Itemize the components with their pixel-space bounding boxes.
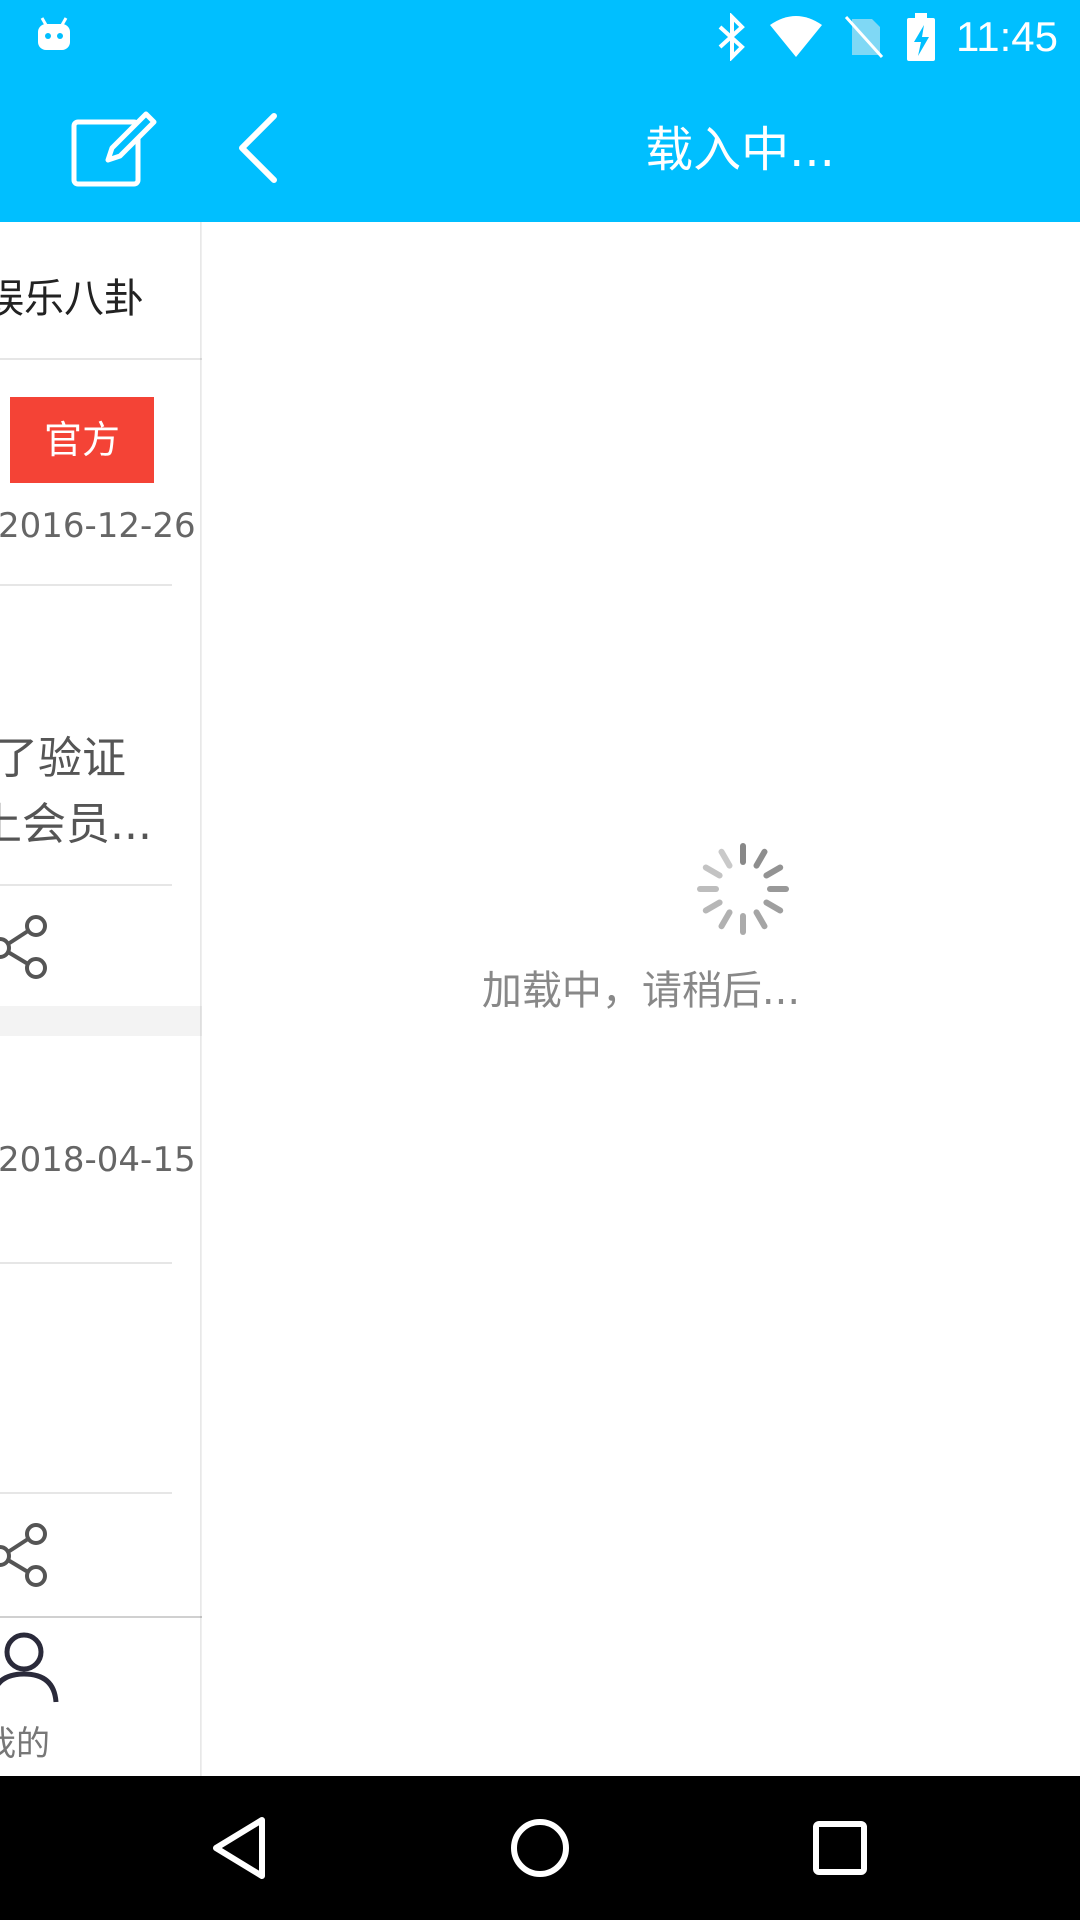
nav-back-icon[interactable] [204,1812,276,1884]
webview-panel: 加载中，请稍后... [202,222,1080,1776]
tab-mine-label[interactable]: 我的 [0,1716,50,1765]
loading-text: 加载中，请稍后... [481,968,801,1014]
no-sim-icon [844,15,884,59]
status-bar: 11:45 [0,0,1080,74]
divider [0,584,172,586]
android-notification-icon [38,17,70,50]
divider [0,1492,172,1494]
wifi-icon [770,16,822,57]
nav-home-icon[interactable] [504,1812,576,1884]
post-snippet-line[interactable]: 了验证 [0,722,126,786]
post-date: 2016-12-26 [0,506,196,546]
divider [0,1262,172,1264]
share-icon[interactable] [0,1522,54,1588]
back-arrow-icon[interactable] [232,110,292,186]
nav-recents-icon[interactable] [804,1812,876,1884]
category-label: 娱乐八卦 [0,276,144,322]
divider [0,358,202,360]
divider [0,884,172,886]
post-snippet-line[interactable]: 上会员... [0,788,152,852]
edit-icon[interactable] [68,106,158,190]
system-nav-bar [0,1776,1080,1920]
share-icon[interactable] [0,914,54,980]
bluetooth-icon [718,13,745,61]
post-date: 2018-04-15 [0,1140,196,1180]
battery-charging-icon [907,13,935,61]
page-title: 载入中... [645,122,835,178]
official-badge: 官方 [10,397,154,483]
user-icon[interactable] [0,1630,62,1706]
status-clock: 11:45 [956,13,1058,60]
app-bar: 载入中... [0,74,1080,222]
tabbar-divider [0,1616,202,1618]
background-list-panel: 娱乐八卦 官方 2016-12-26 了验证 上会员... 2018-04-15… [0,222,202,1776]
loading-spinner-icon [697,843,789,935]
section-gap [0,1006,202,1036]
